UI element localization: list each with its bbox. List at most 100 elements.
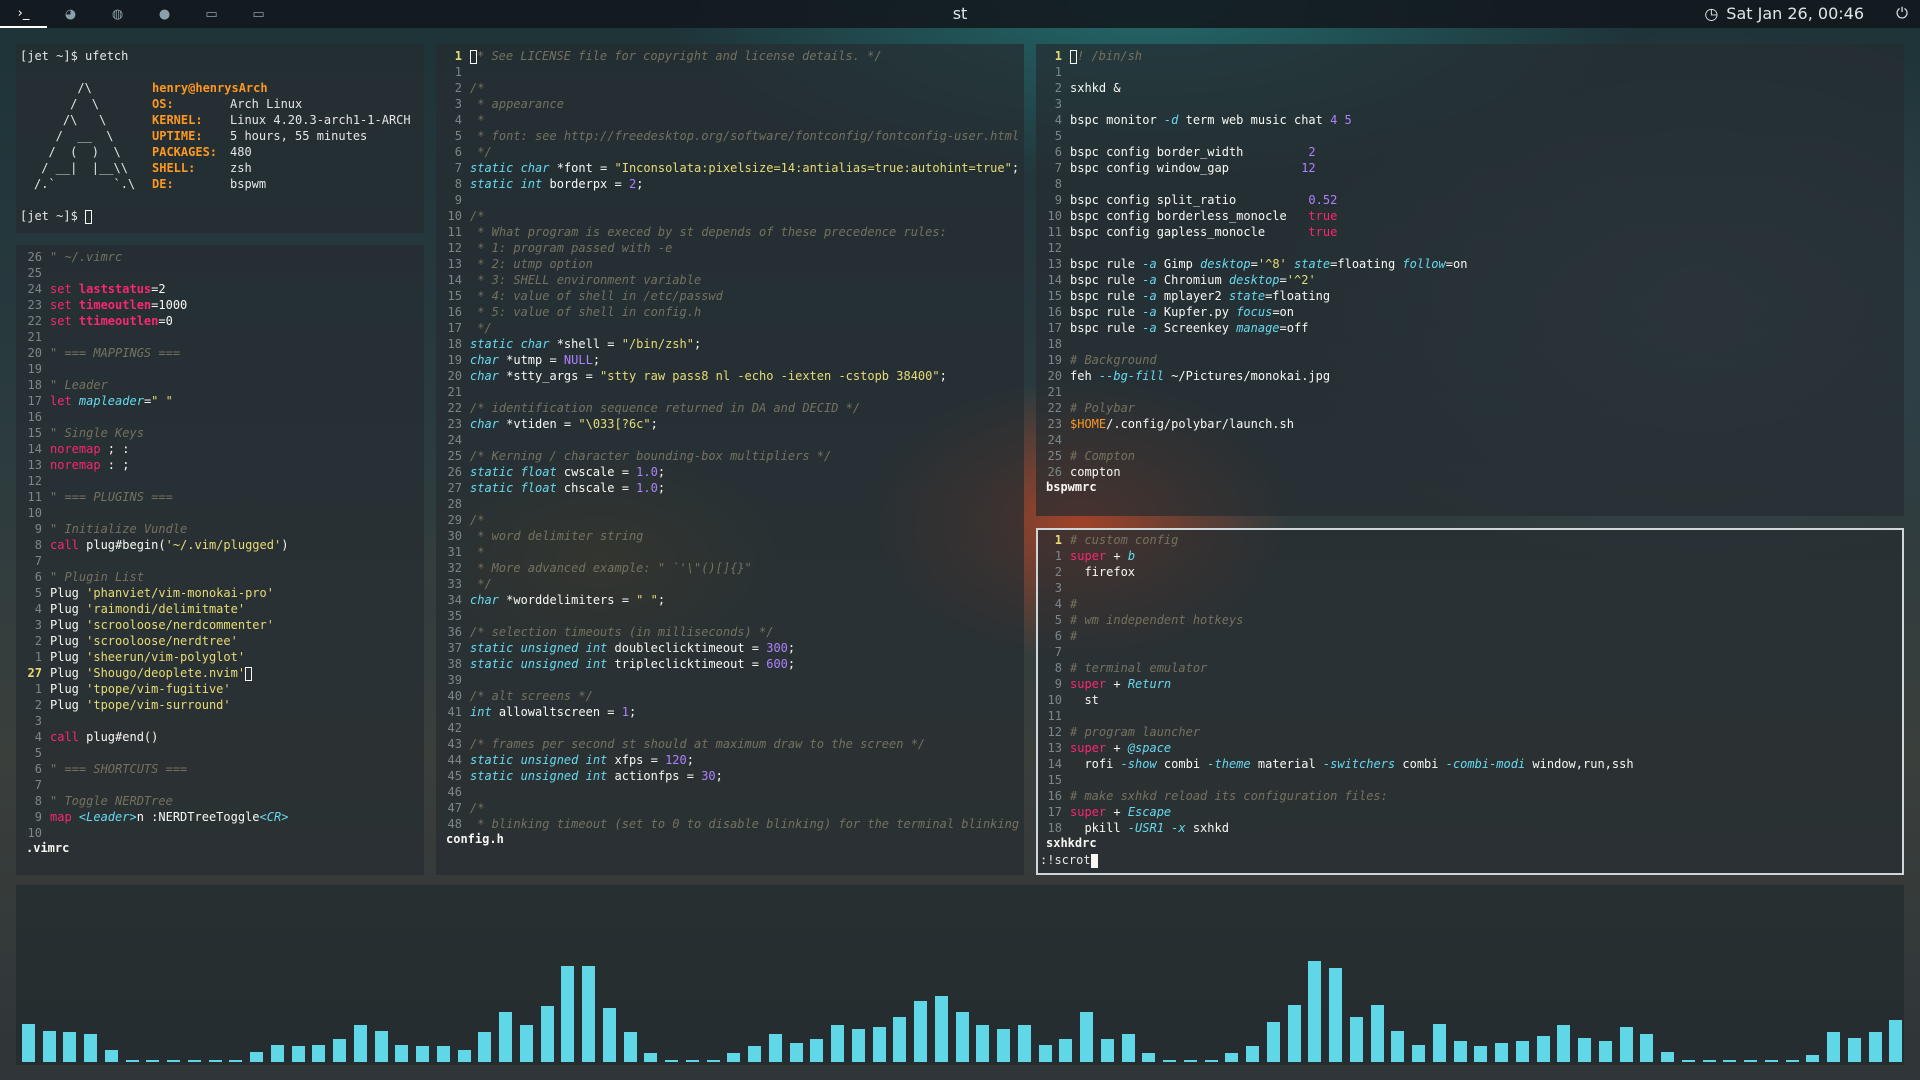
code-line: " Leader — [50, 377, 108, 393]
visualizer-bar — [582, 966, 595, 1062]
line-number: 32 — [447, 561, 462, 575]
line-number: 12 — [27, 474, 42, 488]
code-token: ; — [592, 353, 601, 367]
code-token: let — [50, 394, 79, 408]
code-line: # Background — [1070, 352, 1157, 368]
code-token: ) — [281, 538, 289, 552]
line-number: 2 — [1054, 81, 1062, 95]
line-number: 13 — [1047, 257, 1062, 271]
code-token: laststatus — [78, 282, 152, 296]
code-token: * What program is execed by st depends o… — [470, 225, 947, 239]
code-line: char *vtiden = "\033[?6c"; — [470, 416, 658, 432]
code-token: # Background — [1070, 353, 1157, 367]
code-token: manage — [1236, 321, 1280, 335]
line-number: 9 — [1054, 677, 1062, 691]
code-token: call — [50, 730, 87, 744]
line-number: 22 — [447, 401, 462, 415]
monitor-workspace-icon[interactable]: ▭ — [188, 0, 235, 28]
code-token: ; — [693, 337, 702, 351]
code-line: * What program is execed by st depends o… — [470, 224, 947, 240]
code-line: /* selection timeouts (in milliseconds) … — [470, 624, 773, 640]
code-token: true — [1308, 209, 1338, 223]
shell-prompt[interactable]: [jet ~]$ — [20, 208, 93, 224]
code-line: pkill -USR1 -x sxhkd — [1070, 820, 1229, 836]
visualizer-bar — [956, 1012, 969, 1062]
code-token: doubleclicktimeout = — [614, 641, 767, 655]
code-token: " Initialize Vundle — [50, 522, 188, 536]
code-line: # — [1070, 596, 1077, 612]
visualizer-bar — [458, 1050, 471, 1062]
line-number: 15 — [447, 289, 462, 303]
visualizer-bar — [375, 1031, 388, 1062]
code-line: /* frames per second st should at maximu… — [470, 736, 925, 752]
bspwmrc-editor[interactable]: 1! /bin/sh 1 2 sxhkd & 3 4 bspc monitor -d ter… — [1036, 44, 1904, 516]
code-token: NULL — [563, 353, 593, 367]
visualizer-bar — [1723, 1060, 1736, 1062]
ufetch-terminal[interactable]: [jet ~]$ ufetch /\ / \ /\ \ / __ \ / ( )… — [16, 44, 424, 233]
clock[interactable]: ◷ Sat Jan 26, 00:46 — [1704, 4, 1864, 23]
code-token: combi — [1395, 757, 1446, 771]
firefox-workspace-icon[interactable]: ◕ — [47, 0, 94, 28]
visualizer-bar — [1454, 1041, 1467, 1062]
line-number: 1 — [34, 682, 42, 696]
config-h-editor[interactable]: 1 * See LICENSE file for copyright and li… — [436, 44, 1024, 875]
code-token: focus — [1236, 305, 1273, 319]
code-token: ; — [715, 769, 723, 783]
code-token: noremap — [50, 442, 101, 456]
code-token: /.config/polybar/launch.sh — [1106, 417, 1294, 431]
code-line: # — [1070, 628, 1077, 644]
visualizer-bar — [84, 1034, 97, 1062]
visualizer-bar — [893, 1017, 906, 1062]
command-text: :!scrot — [1040, 853, 1091, 867]
code-line: * word delimiter string — [470, 528, 643, 544]
code-token: ; — [787, 657, 796, 671]
line-number: 10 — [447, 209, 462, 223]
chat-workspace-icon[interactable]: ● — [141, 0, 188, 28]
code-token: Kupfer.py — [1156, 305, 1237, 319]
code-token: static unsigned int — [470, 753, 615, 767]
code-token: *stty_args = — [506, 369, 601, 383]
line-number: 5 — [34, 746, 42, 760]
code-token: bspc config window_gap — [1070, 161, 1302, 175]
visualizer-bar — [188, 1060, 201, 1062]
code-token: ; — [650, 417, 658, 431]
code-line: bspc rule -a Gimp desktop='^8' state=flo… — [1070, 256, 1467, 272]
line-number: 19 — [27, 362, 42, 376]
code-token: *font = — [556, 161, 615, 175]
line-number: 8 — [1054, 661, 1062, 675]
code-token: <CR> — [259, 810, 289, 824]
code-line: char *stty_args = "stty raw pass8 nl -ec… — [470, 368, 947, 384]
code-token: =off — [1279, 321, 1309, 335]
code-token: -USR1 — [1127, 821, 1164, 835]
terminal-workspace-icon[interactable]: ›_ — [0, 0, 47, 28]
power-icon[interactable]: ⏻ — [1896, 4, 1908, 22]
code-token: noremap — [50, 458, 101, 472]
visualizer-bar — [644, 1053, 657, 1062]
code-line: " ~/.vimrc — [50, 249, 122, 265]
code-token: ; — [657, 465, 666, 479]
visualizer-bar — [1516, 1041, 1529, 1062]
desktop-workspace-icon[interactable]: ▭ — [235, 0, 282, 28]
code-line: bspc config gapless_monocle true — [1070, 224, 1337, 240]
code-token: cwscale = — [563, 465, 637, 479]
line-number: 20 — [447, 369, 462, 383]
code-token: -a — [1142, 321, 1157, 335]
visualizer-bar — [707, 1060, 720, 1062]
vim-command-line[interactable]: :!scrot — [1040, 852, 1098, 868]
line-number: 41 — [447, 705, 462, 719]
code-token: # program launcher — [1070, 725, 1201, 739]
code-token: */ — [470, 145, 492, 159]
line-number: 23 — [27, 298, 42, 312]
sxhkdrc-editor[interactable]: 1 # custom config 1 super + b 2 firefox 3 4 #5 #… — [1036, 528, 1904, 875]
code-line: /* — [470, 80, 484, 96]
line-number: 16 — [1047, 305, 1062, 319]
code-line: firefox — [1070, 564, 1135, 580]
code-line: bspc config split_ratio 0.52 — [1070, 192, 1337, 208]
code-line: /* Kerning / character bounding-box mult… — [470, 448, 831, 464]
code-token: feh — [1070, 369, 1099, 383]
code-token: 'scrooloose/nerdcommenter' — [86, 618, 274, 632]
web-workspace-icon[interactable]: ◍ — [94, 0, 141, 28]
visualizer-bar — [1391, 1031, 1404, 1062]
vimrc-editor[interactable]: 26 " ~/.vimrc 25 24 set laststatus=2 23 set ti… — [16, 245, 424, 875]
